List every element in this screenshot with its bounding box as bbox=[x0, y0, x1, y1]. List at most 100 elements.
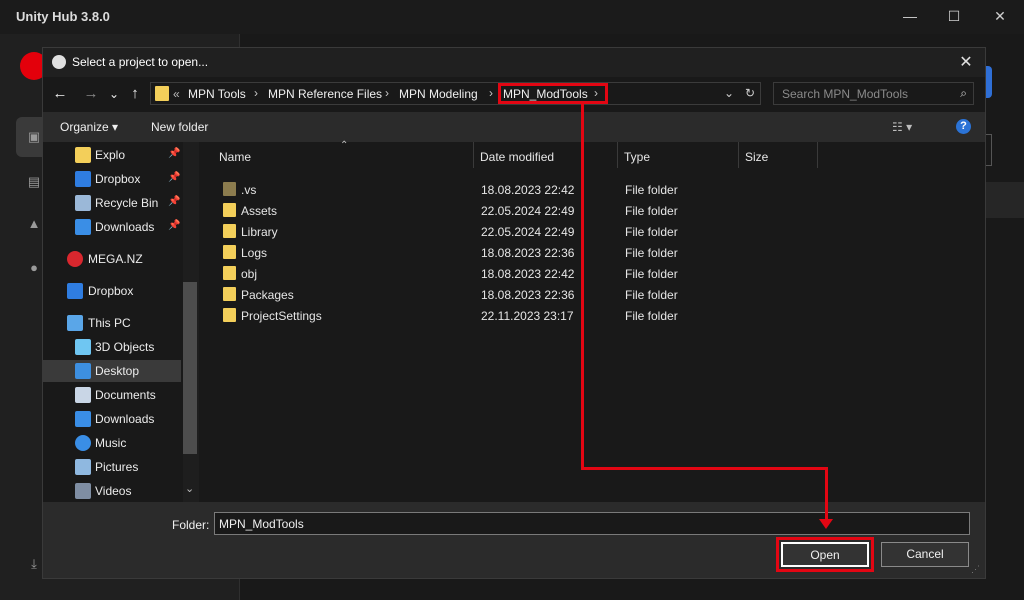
column-divider[interactable] bbox=[817, 142, 818, 168]
nav-item-desktop[interactable]: Desktop bbox=[43, 360, 181, 382]
nav-item-videos[interactable]: Videos bbox=[43, 480, 181, 502]
installs-icon[interactable]: ▤ bbox=[24, 172, 44, 192]
file-type: File folder bbox=[625, 288, 678, 302]
file-row[interactable]: Library 22.05.2024 22:49 File folder bbox=[221, 222, 821, 242]
dialog-footer: Folder: MPN_ModTools Open Cancel ⋰ bbox=[43, 502, 985, 578]
annotation-arrow-line bbox=[581, 102, 584, 470]
file-row[interactable]: .vs 18.08.2023 22:42 File folder bbox=[221, 180, 821, 200]
file-date: 22.05.2024 22:49 bbox=[481, 204, 575, 218]
file-row[interactable]: Packages 18.08.2023 22:36 File folder bbox=[221, 285, 821, 305]
cancel-button[interactable]: Cancel bbox=[881, 542, 969, 567]
file-row[interactable]: obj 18.08.2023 22:42 File folder bbox=[221, 264, 821, 284]
file-type: File folder bbox=[625, 246, 678, 260]
folder-field[interactable]: MPN_ModTools bbox=[214, 512, 970, 535]
column-header-name[interactable]: Name bbox=[219, 150, 251, 164]
nav-item-music[interactable]: Music bbox=[43, 432, 181, 454]
file-type: File folder bbox=[625, 183, 678, 197]
folder-icon bbox=[223, 182, 236, 196]
music-icon bbox=[75, 435, 91, 451]
search-input[interactable]: Search MPN_ModTools ⌕ bbox=[773, 82, 974, 105]
sort-up-icon: ⌃ bbox=[340, 140, 349, 151]
forward-icon[interactable]: → bbox=[80, 83, 102, 105]
dropbox-icon bbox=[67, 283, 83, 299]
breadcrumb-item[interactable]: MPN Tools bbox=[188, 87, 246, 101]
chevron-right-icon[interactable]: › bbox=[254, 86, 258, 100]
file-type: File folder bbox=[625, 225, 678, 239]
nav-label: This PC bbox=[88, 316, 131, 330]
file-row[interactable]: Assets 22.05.2024 22:49 File folder bbox=[221, 201, 821, 221]
folder-icon bbox=[223, 308, 236, 322]
nav-item-this-pc[interactable]: This PC bbox=[43, 312, 181, 334]
back-icon[interactable]: ← bbox=[49, 83, 71, 105]
search-placeholder: Search MPN_ModTools bbox=[782, 87, 909, 101]
nav-item-downloads[interactable]: Downloads 📌 bbox=[43, 216, 181, 238]
file-date: 18.08.2023 22:36 bbox=[481, 246, 575, 260]
folder-icon bbox=[223, 224, 236, 238]
folder-icon bbox=[223, 245, 236, 259]
file-name: .vs bbox=[241, 183, 257, 197]
nav-item-documents[interactable]: Documents bbox=[43, 384, 181, 406]
breadcrumb-overflow[interactable]: « bbox=[173, 87, 180, 101]
organize-button[interactable]: Organize ▾ bbox=[60, 120, 118, 134]
breadcrumb-highlight bbox=[498, 83, 608, 104]
unity-icon bbox=[52, 55, 66, 69]
file-name: Packages bbox=[241, 288, 294, 302]
minimize-icon[interactable]: — bbox=[898, 6, 922, 26]
breadcrumb-item[interactable]: MPN Reference Files bbox=[268, 87, 382, 101]
dialog-title: Select a project to open... bbox=[72, 55, 209, 69]
help-icon[interactable]: ? bbox=[956, 119, 971, 134]
nav-item-downloads-pc[interactable]: Downloads bbox=[43, 408, 181, 430]
chevron-down-icon[interactable]: ⌄ bbox=[185, 482, 194, 495]
nav-item-3d-objects[interactable]: 3D Objects bbox=[43, 336, 181, 358]
dialog-close-icon[interactable]: ✕ bbox=[955, 52, 977, 74]
resize-grip-icon[interactable]: ⋰ bbox=[971, 564, 980, 575]
nav-label: Recycle Bin bbox=[95, 196, 159, 210]
column-header-type[interactable]: Type bbox=[624, 150, 650, 164]
column-header-date[interactable]: Date modified bbox=[480, 150, 554, 164]
new-folder-button[interactable]: New folder bbox=[151, 120, 208, 134]
column-divider[interactable] bbox=[738, 142, 739, 168]
nav-item-recycle-bin[interactable]: Recycle Bin 📌 bbox=[43, 192, 181, 214]
file-name: Assets bbox=[241, 204, 278, 218]
community-icon[interactable]: ● bbox=[24, 258, 44, 278]
learn-icon[interactable]: ▲ bbox=[24, 214, 44, 234]
close-icon[interactable]: ✕ bbox=[988, 6, 1012, 26]
view-options-icon[interactable]: ☷ ▾ bbox=[892, 120, 912, 134]
chevron-right-icon[interactable]: › bbox=[385, 86, 389, 100]
recent-locations-icon[interactable]: ⌄ bbox=[103, 83, 125, 105]
organize-label: Organize bbox=[60, 120, 109, 134]
file-row[interactable]: Logs 18.08.2023 22:36 File folder bbox=[221, 243, 821, 263]
nav-item-explo[interactable]: Explo 📌 bbox=[43, 144, 181, 166]
search-icon[interactable]: ⌕ bbox=[960, 86, 967, 101]
download-icon bbox=[75, 411, 91, 427]
address-dropdown-icon[interactable]: ⌄ bbox=[724, 86, 734, 100]
nav-item-pictures[interactable]: Pictures bbox=[43, 456, 181, 478]
breadcrumb-item[interactable]: MPN Modeling bbox=[399, 87, 478, 101]
nav-label: Pictures bbox=[95, 460, 139, 474]
address-bar[interactable]: « MPN Tools › MPN Reference Files › MPN … bbox=[150, 82, 761, 105]
nav-scrollbar-thumb[interactable] bbox=[183, 282, 197, 454]
chevron-right-icon[interactable]: › bbox=[489, 86, 493, 100]
hub-search-box[interactable] bbox=[986, 134, 992, 166]
column-header-size[interactable]: Size bbox=[745, 150, 768, 164]
up-icon[interactable]: ↑ bbox=[124, 83, 146, 105]
projects-icon[interactable]: ▣ bbox=[24, 127, 44, 147]
annotation-arrow-line bbox=[581, 467, 828, 470]
file-date: 22.11.2023 23:17 bbox=[481, 309, 574, 323]
maximize-icon[interactable]: ☐ bbox=[942, 6, 966, 26]
file-row[interactable]: ProjectSettings 22.11.2023 23:17 File fo… bbox=[221, 306, 821, 326]
column-divider[interactable] bbox=[473, 142, 474, 168]
column-divider[interactable] bbox=[617, 142, 618, 168]
pin-icon: 📌 bbox=[168, 172, 181, 183]
download-icon bbox=[75, 219, 91, 235]
refresh-icon[interactable]: ↻ bbox=[745, 86, 755, 100]
video-icon bbox=[75, 483, 91, 499]
nav-item-mega[interactable]: MEGA.NZ bbox=[43, 248, 181, 270]
file-date: 22.05.2024 22:49 bbox=[481, 225, 575, 239]
nav-item-dropbox[interactable]: Dropbox 📌 bbox=[43, 168, 181, 190]
pin-icon: 📌 bbox=[168, 148, 181, 159]
downloads-icon[interactable]: ⤓ bbox=[24, 554, 44, 574]
nav-item-dropbox-root[interactable]: Dropbox bbox=[43, 280, 181, 302]
folder-icon bbox=[223, 287, 236, 301]
file-name: Library bbox=[241, 225, 278, 239]
